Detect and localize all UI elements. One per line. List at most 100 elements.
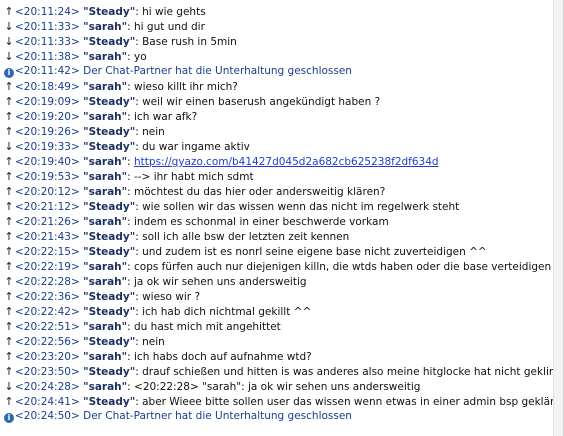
message-text: nein (142, 126, 165, 138)
message-text: <20:22:28> "sarah": ja ok wir sehen uns … (134, 381, 421, 393)
info-icon: i (4, 68, 14, 78)
arrow-down-icon: ↓ (4, 50, 14, 63)
chat-message: ↑<20:18:49> "sarah": wieso killt ihr mic… (4, 80, 238, 93)
arrow-up-icon: ↑ (4, 305, 14, 318)
chat-message: ↑<20:22:42> "Steady": ich hab dich nicht… (4, 305, 312, 318)
chat-message: ↑<20:19:20> "sarah": ich war afk? (4, 110, 198, 123)
sender-name: "sarah" (83, 51, 128, 63)
chat-message: ↑<20:20:12> "sarah": möchtest du das hie… (4, 185, 386, 198)
system-notice: Der Chat-Partner hat die Unterhaltung ge… (83, 65, 352, 77)
message-text: wie sollen wir das wissen wenn das nicht… (142, 201, 460, 213)
arrow-down-icon: ↓ (4, 140, 14, 153)
message-timestamp: <20:24:41> (15, 396, 80, 408)
chat-message: ↑<20:22:56> "Steady": nein (4, 335, 165, 348)
message-timestamp: <20:19:53> (15, 171, 80, 183)
arrow-up-icon: ↑ (4, 350, 14, 363)
message-timestamp: <20:21:43> (15, 231, 80, 243)
chat-message: ↑<20:19:53> "sarah": --> ihr habt mich s… (4, 170, 254, 183)
message-text: wieso killt ihr mich? (134, 81, 238, 93)
info-icon: i (4, 413, 14, 423)
message-text: ich hab dich nichtmal gekillt ^^ (142, 306, 312, 318)
chat-message: ↑<20:19:09> "Steady": weil wir einen bas… (4, 95, 381, 108)
sender-name: "sarah" (83, 156, 128, 168)
message-text: hi gut und dir (134, 21, 205, 33)
arrow-up-icon: ↑ (4, 110, 14, 123)
chat-message: ↑<20:22:19> "sarah": cops fürfen auch nu… (4, 260, 552, 273)
message-timestamp: <20:23:50> (15, 366, 80, 378)
message-timestamp: <20:18:49> (15, 81, 80, 93)
message-text: hi wie gehts (142, 6, 206, 18)
message-text: aber Wieee bitte sollen user das wissen … (142, 396, 553, 408)
message-timestamp: <20:19:20> (15, 111, 80, 123)
message-timestamp: <20:11:33> (15, 21, 80, 33)
message-timestamp: <20:19:33> (15, 141, 80, 153)
sender-name: "Steady" (83, 246, 136, 258)
system-notice: Der Chat-Partner hat die Unterhaltung ge… (83, 410, 352, 422)
message-timestamp: <20:22:19> (15, 261, 80, 273)
arrow-up-icon: ↑ (4, 5, 14, 18)
sender-name: "sarah" (83, 21, 128, 33)
arrow-up-icon: ↑ (4, 155, 14, 168)
sender-name: "Steady" (83, 366, 136, 378)
message-timestamp: <20:19:09> (15, 96, 80, 108)
message-timestamp: <20:22:28> (15, 276, 80, 288)
chat-message: i <20:24:50> Der Chat-Partner hat die Unt… (0, 409, 553, 424)
message-text: wieso wir ? (142, 291, 201, 303)
arrow-down-icon: ↓ (4, 35, 14, 48)
arrow-up-icon: ↑ (4, 245, 14, 258)
chat-message: ↑<20:23:50> "Steady": drauf schießen und… (0, 364, 553, 379)
sender-name: "sarah" (83, 216, 128, 228)
message-text: weil wir einen baserush angekündigt habe… (142, 96, 381, 108)
message-timestamp: <20:22:42> (15, 306, 80, 318)
message-text: du war ingame aktiv (142, 141, 250, 153)
message-timestamp: <20:20:12> (15, 186, 80, 198)
sender-name: "Steady" (83, 231, 136, 243)
chat-window: ↑<20:11:24> "Steady": hi wie gehts ↓<20:1… (0, 0, 564, 436)
arrow-up-icon: ↑ (4, 215, 14, 228)
sender-name: "sarah" (83, 381, 128, 393)
sender-name: "Steady" (83, 6, 136, 18)
chat-message: ↓<20:24:28> "sarah": <20:22:28> "sarah":… (4, 380, 421, 393)
arrow-down-icon: ↓ (4, 380, 14, 393)
chat-message: ↑<20:21:12> "Steady": wie sollen wir das… (4, 200, 460, 213)
sender-name: "Steady" (83, 396, 136, 408)
message-timestamp: <20:19:40> (15, 156, 80, 168)
vertical-scrollbar[interactable] (553, 0, 563, 436)
chat-message: i <20:11:42> Der Chat-Partner hat die Unt… (0, 64, 553, 79)
arrow-up-icon: ↑ (4, 395, 14, 408)
message-timestamp: <20:11:33> (15, 36, 80, 48)
chat-message: ↑<20:21:43> "Steady": soll ich alle bsw … (4, 230, 350, 243)
arrow-up-icon: ↑ (4, 230, 14, 243)
chat-message: ↓<20:19:33> "Steady": du war ingame akti… (4, 140, 250, 153)
message-text: ja ok wir sehen uns andersweitig (134, 276, 307, 288)
message-text: --> ihr habt mich sdmt (134, 171, 254, 183)
message-timestamp: <20:19:26> (15, 126, 80, 138)
chat-message: ↑<20:11:24> "Steady": hi wie gehts (4, 5, 206, 18)
message-timestamp: <20:11:38> (15, 51, 80, 63)
message-text: drauf schießen und hitten is was anderes… (142, 366, 553, 378)
arrow-up-icon: ↑ (4, 290, 14, 303)
sender-name: "Steady" (83, 336, 136, 348)
message-timestamp: <20:22:36> (15, 291, 80, 303)
message-link[interactable]: https://gyazo.com/b41427d045d2a682cb6252… (134, 156, 439, 168)
message-timestamp: <20:11:42> (15, 65, 80, 77)
sender-name: "Steady" (83, 306, 136, 318)
chat-message: ↓<20:11:38> "sarah": yo (4, 50, 147, 63)
message-timestamp: <20:21:12> (15, 201, 80, 213)
sender-name: "Steady" (83, 201, 136, 213)
chat-message: ↑<20:19:40> "sarah": https://gyazo.com/b… (4, 155, 439, 168)
sender-name: "Steady" (83, 36, 136, 48)
arrow-up-icon: ↑ (4, 95, 14, 108)
message-text: cops fürfen auch nur diejenigen killn, d… (134, 261, 552, 273)
chat-message: ↑<20:22:36> "Steady": wieso wir ? (4, 290, 201, 303)
arrow-up-icon: ↑ (4, 125, 14, 138)
message-text: ich habs doch auf aufnahme wtd? (134, 351, 312, 363)
arrow-up-icon: ↑ (4, 335, 14, 348)
chat-message: ↑<20:22:15> "Steady": und zudem ist es n… (4, 245, 487, 258)
sender-name: "sarah" (83, 321, 128, 333)
sender-name: "sarah" (83, 81, 128, 93)
chat-log: ↑<20:11:24> "Steady": hi wie gehts ↓<20:1… (0, 4, 553, 424)
message-text: ich war afk? (134, 111, 198, 123)
chat-message: ↓<20:11:33> "Steady": Base rush in 5min (4, 35, 237, 48)
sender-name: "sarah" (83, 186, 128, 198)
